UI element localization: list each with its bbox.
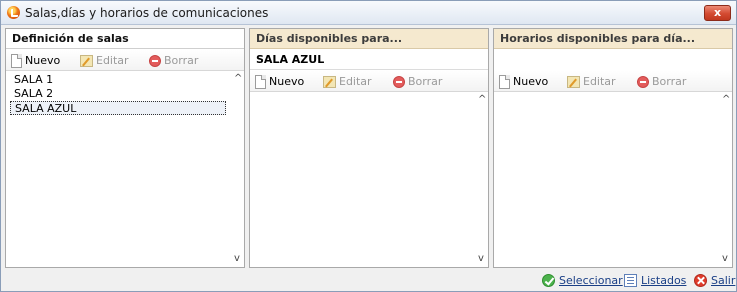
panel-salas-header: Definición de salas <box>6 29 244 49</box>
dias-delete-label: Borrar <box>408 75 443 88</box>
salas-toolbar: Nuevo Editar Borrar <box>6 50 244 71</box>
panel-dias-header: Días disponibles para... <box>250 29 488 49</box>
new-document-icon <box>255 74 266 89</box>
dias-edit-button[interactable]: Editar <box>323 73 372 90</box>
window-title: Salas,días y horarios de comunicaciones <box>25 6 269 20</box>
scroll-up-icon[interactable]: ^ <box>722 95 730 105</box>
list-report-icon <box>624 274 637 287</box>
new-document-icon <box>499 74 510 89</box>
salas-edit-button[interactable]: Editar <box>80 52 129 69</box>
select-label: Seleccionar <box>559 274 623 287</box>
exit-icon <box>694 274 707 287</box>
horarios-list[interactable]: ^ v <box>494 92 732 267</box>
dias-scrollbar[interactable]: ^ v <box>476 92 488 267</box>
scroll-down-icon[interactable]: v <box>722 254 728 264</box>
dias-new-label: Nuevo <box>269 75 305 88</box>
horarios-edit-label: Editar <box>583 75 616 88</box>
check-icon <box>542 274 555 287</box>
list-item[interactable]: SALA 1 <box>10 73 53 87</box>
horarios-toolbar: Nuevo Editar Borrar <box>494 71 732 92</box>
list-item[interactable]: SALA 2 <box>10 87 53 101</box>
horarios-delete-label: Borrar <box>652 75 687 88</box>
list-item-selected[interactable]: SALA AZUL <box>10 101 226 115</box>
dias-toolbar: Nuevo Editar Borrar <box>250 71 488 92</box>
panel-salas: Definición de salas Nuevo Editar Borrar … <box>5 28 245 268</box>
title-bar[interactable]: Salas,días y horarios de comunicaciones … <box>1 1 736 25</box>
dias-delete-button[interactable]: Borrar <box>393 73 442 90</box>
horarios-edit-button[interactable]: Editar <box>567 73 616 90</box>
horarios-new-button[interactable]: Nuevo <box>499 73 548 90</box>
lists-label: Listados <box>641 274 687 287</box>
horarios-delete-button[interactable]: Borrar <box>637 73 686 90</box>
app-logo-icon <box>7 6 20 19</box>
scroll-down-icon[interactable]: v <box>234 254 240 264</box>
exit-link[interactable]: Salir <box>694 274 735 287</box>
salas-new-label: Nuevo <box>25 54 61 67</box>
scroll-down-icon[interactable]: v <box>478 254 484 264</box>
edit-icon <box>567 75 580 88</box>
horarios-scrollbar[interactable]: ^ v <box>720 92 732 267</box>
panel-horarios-header: Horarios disponibles para día... <box>494 29 732 49</box>
dias-list[interactable]: ^ v <box>250 92 488 267</box>
dialog-window: Salas,días y horarios de comunicaciones … <box>0 0 737 292</box>
salas-delete-label: Borrar <box>164 54 199 67</box>
dias-new-button[interactable]: Nuevo <box>255 73 304 90</box>
edit-icon <box>80 54 93 67</box>
delete-icon <box>637 75 649 88</box>
panel-horarios: Horarios disponibles para día... Nuevo E… <box>493 28 733 268</box>
new-document-icon <box>11 53 22 68</box>
salas-delete-button[interactable]: Borrar <box>149 52 198 69</box>
salas-edit-label: Editar <box>96 54 129 67</box>
horarios-new-label: Nuevo <box>513 75 549 88</box>
edit-icon <box>323 75 336 88</box>
scroll-up-icon[interactable]: ^ <box>478 95 486 105</box>
delete-icon <box>393 75 405 88</box>
panel-dias: Días disponibles para... SALA AZUL Nuevo… <box>249 28 489 268</box>
scroll-up-icon[interactable]: ^ <box>234 74 242 84</box>
salas-scrollbar[interactable]: ^ v <box>232 71 244 267</box>
salas-list[interactable]: SALA 1 SALA 2 SALA AZUL ^ v <box>6 71 244 267</box>
close-button[interactable]: x <box>704 5 731 21</box>
dias-edit-label: Editar <box>339 75 372 88</box>
salas-new-button[interactable]: Nuevo <box>11 52 60 69</box>
lists-link[interactable]: Listados <box>624 274 686 287</box>
delete-icon <box>149 54 161 67</box>
select-link[interactable]: Seleccionar <box>542 274 623 287</box>
exit-label: Salir <box>711 274 736 287</box>
selected-sala-label: SALA AZUL <box>250 50 488 70</box>
